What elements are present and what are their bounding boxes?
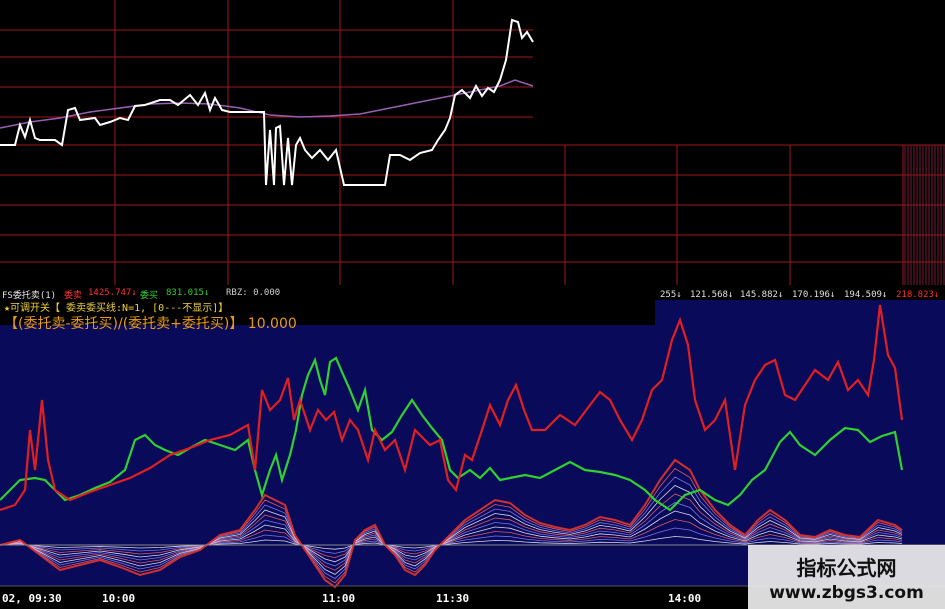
weimai-value: 1425.747↓ <box>88 288 137 298</box>
formula-switch-line: ★可调开关【 委卖委买线:N=1, [0---不显示]】 <box>4 303 229 314</box>
time-label-1000: 10:00 <box>102 592 136 605</box>
stock-chart-window: FS委托卖(1) 委卖 1425.747↓ 委买 831.015↓ RBZ: 0… <box>0 0 945 609</box>
time-label-0930: 02, 09:30 <box>2 592 62 605</box>
time-label-1130: 11:30 <box>436 592 470 605</box>
right-value-0: 255↓ <box>660 290 682 300</box>
rbz-value: RBZ: 0.000 <box>226 288 281 298</box>
time-label-1100: 11:00 <box>322 592 356 605</box>
weimai2-value: 831.015↓ <box>166 288 210 298</box>
watermark-title: 指标公式网 <box>796 556 897 580</box>
price-panel-blank-area <box>533 0 945 145</box>
right-value-1: 121.568↓ <box>690 290 734 300</box>
formula-line: 【(委托卖-委托买)/(委托卖+委托买)】 10.000 <box>4 316 297 332</box>
price-panel-right-grid <box>0 144 945 285</box>
right-value-3: 170.196↓ <box>792 290 836 300</box>
watermark-badge: 指标公式网 www.zbgs3.com <box>748 545 945 609</box>
right-value-2: 145.882↓ <box>740 290 784 300</box>
price-panel-grid <box>0 0 945 285</box>
right-value-4: 194.509↓ <box>844 290 888 300</box>
watermark-url: www.zbgs3.com <box>769 583 924 603</box>
right-value-5: 218.823↓ <box>896 290 940 300</box>
time-label-1400: 14:00 <box>668 592 702 605</box>
